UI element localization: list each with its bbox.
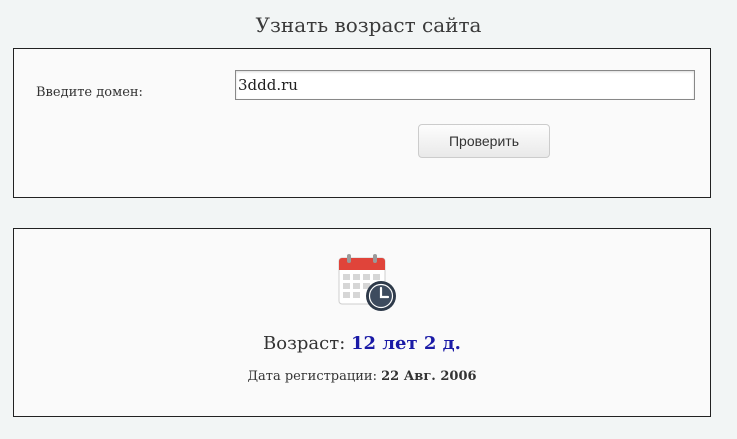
registration-label: Дата регистрации:	[247, 369, 377, 384]
age-line: Возраст: 12 лет 2 д.	[14, 333, 710, 354]
registration-date: 22 Авг. 2006	[381, 369, 477, 384]
domain-input[interactable]	[235, 70, 695, 100]
age-value: 12 лет 2 д.	[351, 333, 461, 354]
result-panel: Возраст: 12 лет 2 д. Дата регистрации: 2…	[13, 228, 711, 417]
registration-line: Дата регистрации: 22 Авг. 2006	[14, 369, 710, 384]
check-button[interactable]: Проверить	[418, 124, 550, 158]
domain-label: Введите домен:	[36, 85, 143, 100]
domain-form-panel: Введите домен: Проверить	[13, 48, 711, 198]
age-label: Возраст:	[263, 333, 346, 354]
page-title: Узнать возраст сайта	[255, 13, 482, 37]
calendar-clock-icon	[337, 252, 399, 318]
